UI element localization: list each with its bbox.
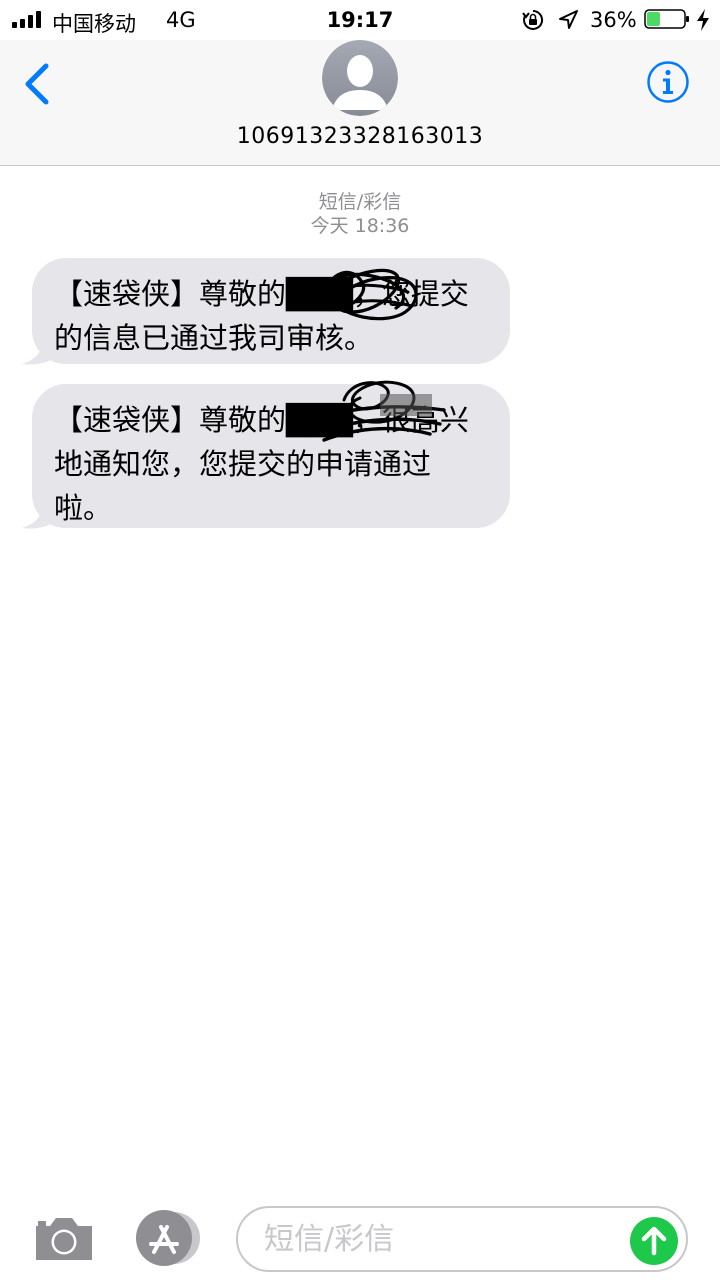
message-text: 【速袋侠】尊敬的███，您提交的信息已通过我司审核。 xyxy=(54,277,469,355)
message-timestamp: 今天 18:36 xyxy=(310,215,410,237)
battery-icon xyxy=(644,9,689,29)
message-input[interactable] xyxy=(262,1218,626,1260)
send-button[interactable] xyxy=(630,1217,678,1265)
message-bubble[interactable]: 【速袋侠】尊敬的███，您提交的信息已通过我司审核。 xyxy=(32,258,510,364)
conversation-header: 10691323328163013 xyxy=(0,40,720,166)
message-input-container xyxy=(236,1206,688,1272)
send-arrow-icon xyxy=(641,1226,667,1256)
conversation-meta: 短信/彩信 今天 18:36 xyxy=(0,190,720,238)
battery-percent: 36% xyxy=(590,8,637,32)
location-icon xyxy=(559,10,578,29)
status-bar: 中国移动 4G 19:17 36% xyxy=(0,0,720,40)
person-silhouette-icon xyxy=(322,40,398,116)
message-text: 【速袋侠】尊敬的███，很高兴地通知您，您提交的申请通过啦。 xyxy=(54,403,469,525)
app-store-icon[interactable] xyxy=(134,1210,202,1266)
service-label: 短信/彩信 xyxy=(318,191,402,213)
chevron-left-icon[interactable] xyxy=(20,60,60,108)
message-bubble[interactable]: 【速袋侠】尊敬的███，很高兴地通知您，您提交的申请通过啦。 xyxy=(32,384,510,528)
orientation-lock-icon xyxy=(522,9,544,30)
camera-icon[interactable] xyxy=(32,1214,96,1264)
contact-number[interactable]: 10691323328163013 xyxy=(0,124,720,149)
charging-bolt-icon xyxy=(697,9,709,31)
avatar[interactable] xyxy=(322,40,398,116)
info-icon[interactable] xyxy=(646,60,690,104)
